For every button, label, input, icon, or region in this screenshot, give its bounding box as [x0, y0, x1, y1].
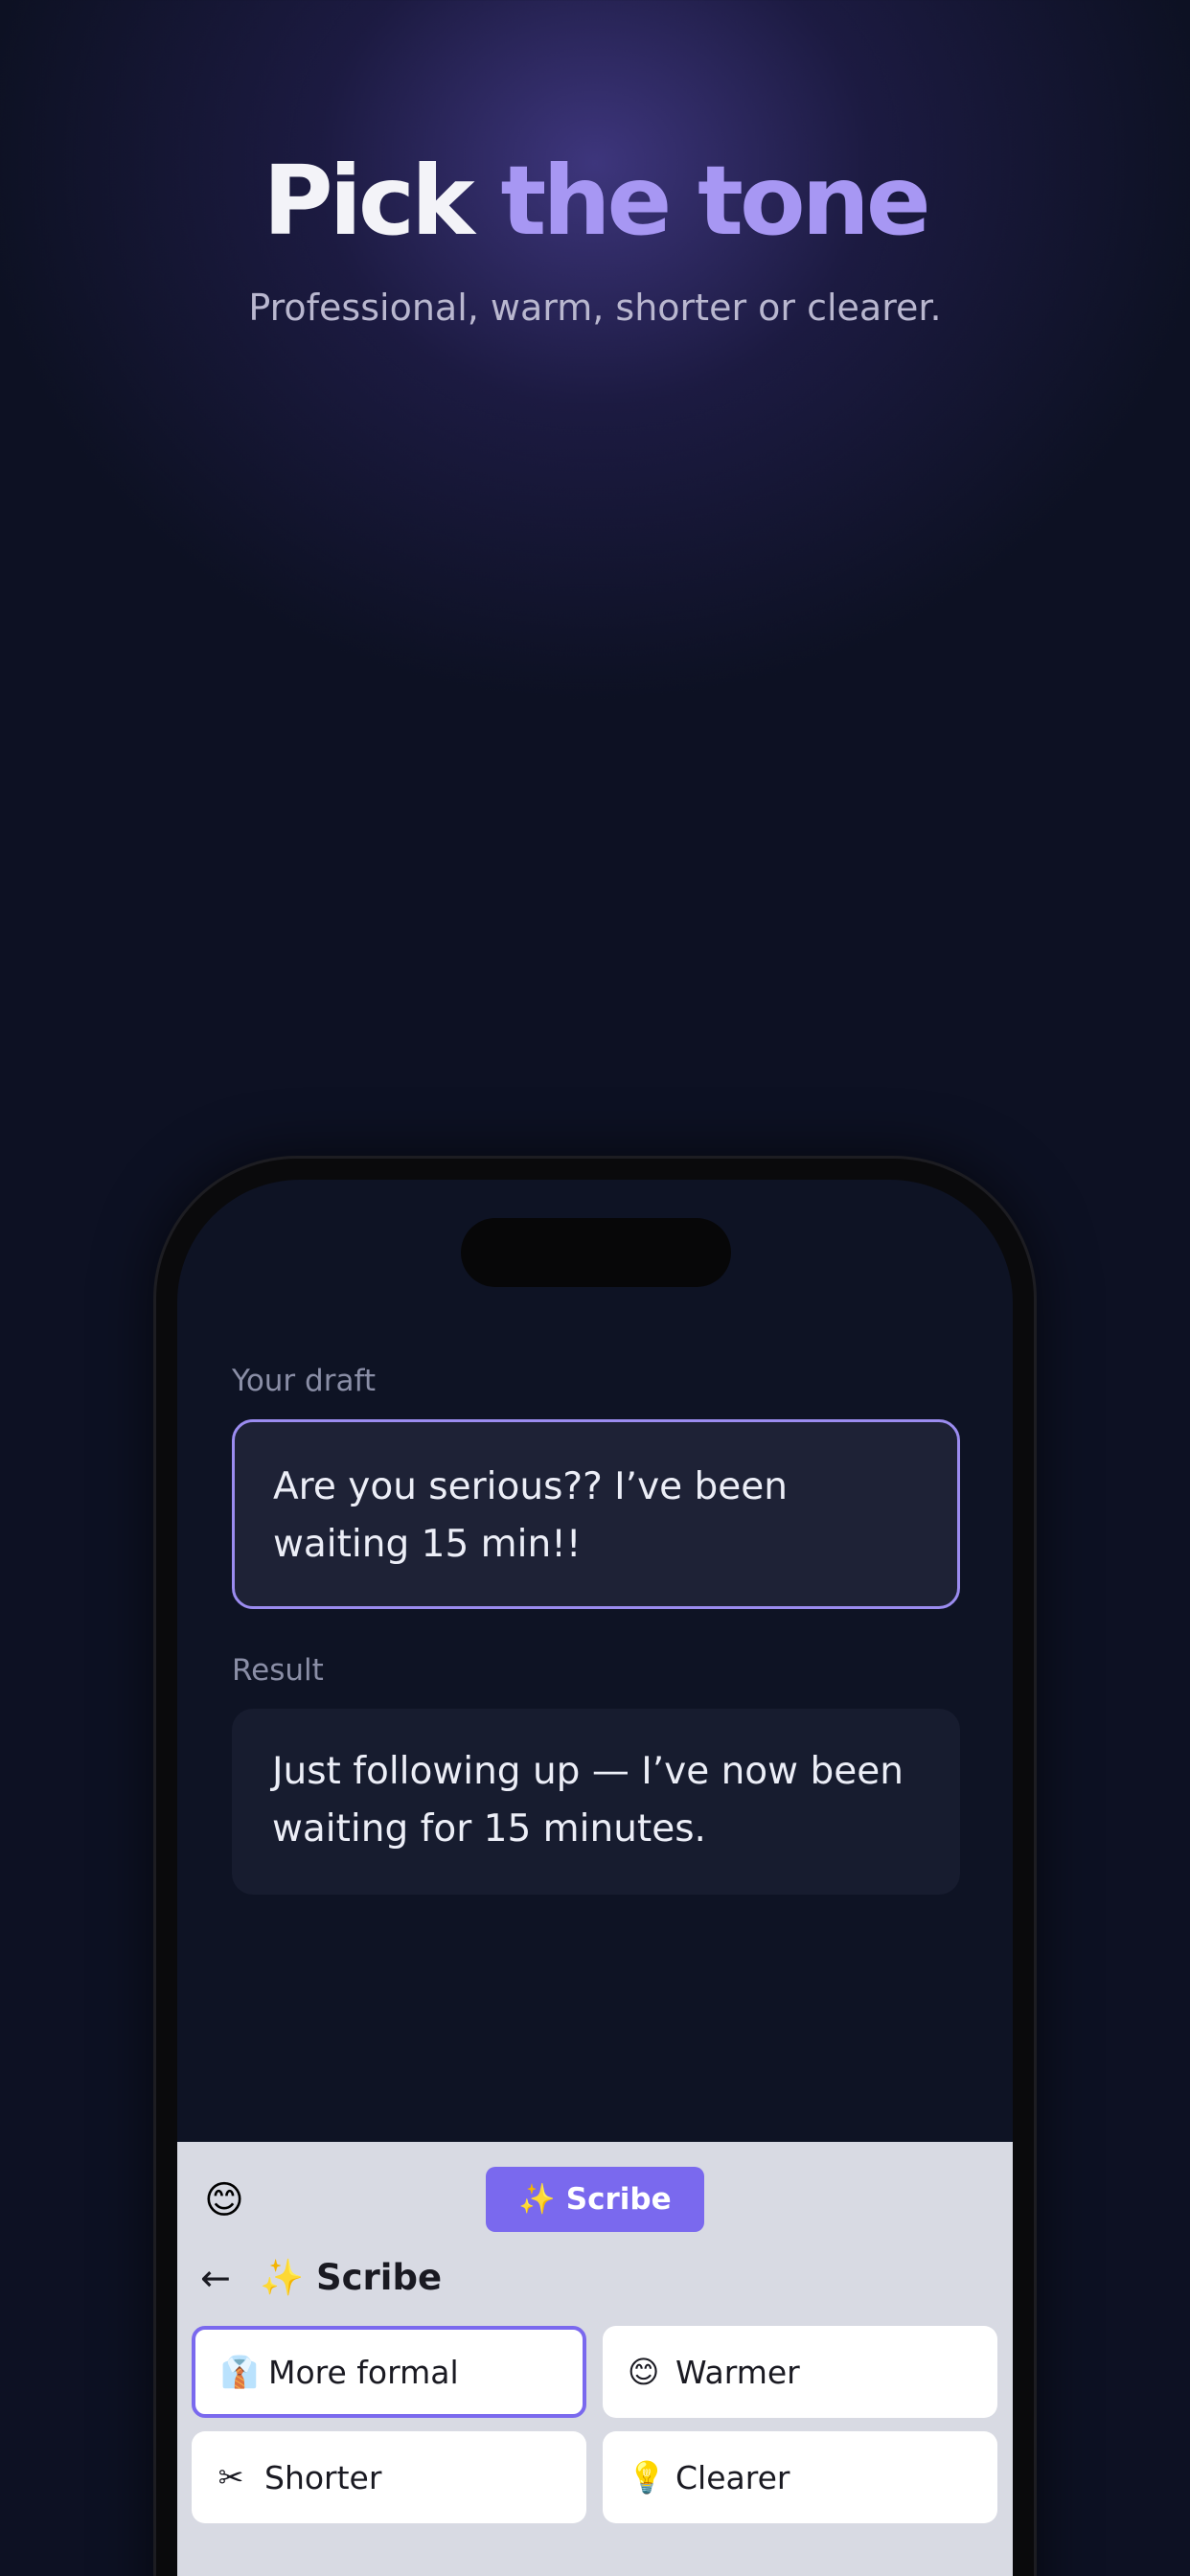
- back-arrow-icon[interactable]: ←: [200, 2251, 231, 2305]
- lightbulb-icon: 💡: [628, 2459, 666, 2496]
- headline-part-1: Pick: [263, 145, 474, 257]
- tone-label: Clearer: [675, 2458, 790, 2496]
- dynamic-island: [461, 1218, 731, 1287]
- tone-label: Warmer: [675, 2353, 800, 2391]
- smile-icon: 😊: [628, 2354, 660, 2390]
- emoji-icon[interactable]: 😊: [200, 2176, 248, 2224]
- tone-more-formal-button[interactable]: 👔 More formal: [192, 2326, 586, 2418]
- draft-label: Your draft: [232, 1364, 376, 1398]
- draft-input[interactable]: Are you serious?? I’ve been waiting 15 m…: [232, 1419, 960, 1609]
- panel-title: ✨ Scribe: [260, 2257, 443, 2298]
- tone-label: Shorter: [264, 2458, 382, 2496]
- tone-shorter-button[interactable]: ✂ Shorter: [192, 2431, 586, 2523]
- tone-clearer-button[interactable]: 💡 Clearer: [603, 2431, 997, 2523]
- scribe-button[interactable]: ✨ Scribe: [486, 2167, 704, 2232]
- phone-frame: Your draft Are you serious?? I’ve been w…: [153, 1156, 1037, 2576]
- scissors-icon: ✂: [217, 2459, 244, 2496]
- keyboard-panel: 😊 ✨ Scribe ← ✨ Scribe 👔 More formal 😊 Wa…: [177, 2142, 1013, 2576]
- headline-part-2: the tone: [500, 145, 931, 257]
- result-text: Just following up — I’ve now been waitin…: [232, 1709, 960, 1895]
- phone-screen: Your draft Are you serious?? I’ve been w…: [177, 1180, 1013, 2576]
- necktie-icon: 👔: [220, 2354, 259, 2390]
- tone-label: More formal: [268, 2353, 459, 2391]
- result-label: Result: [232, 1653, 324, 1688]
- headline: Pick the tone: [0, 144, 1190, 259]
- tone-warmer-button[interactable]: 😊 Warmer: [603, 2326, 997, 2418]
- subtitle: Professional, warm, shorter or clearer.: [248, 287, 942, 329]
